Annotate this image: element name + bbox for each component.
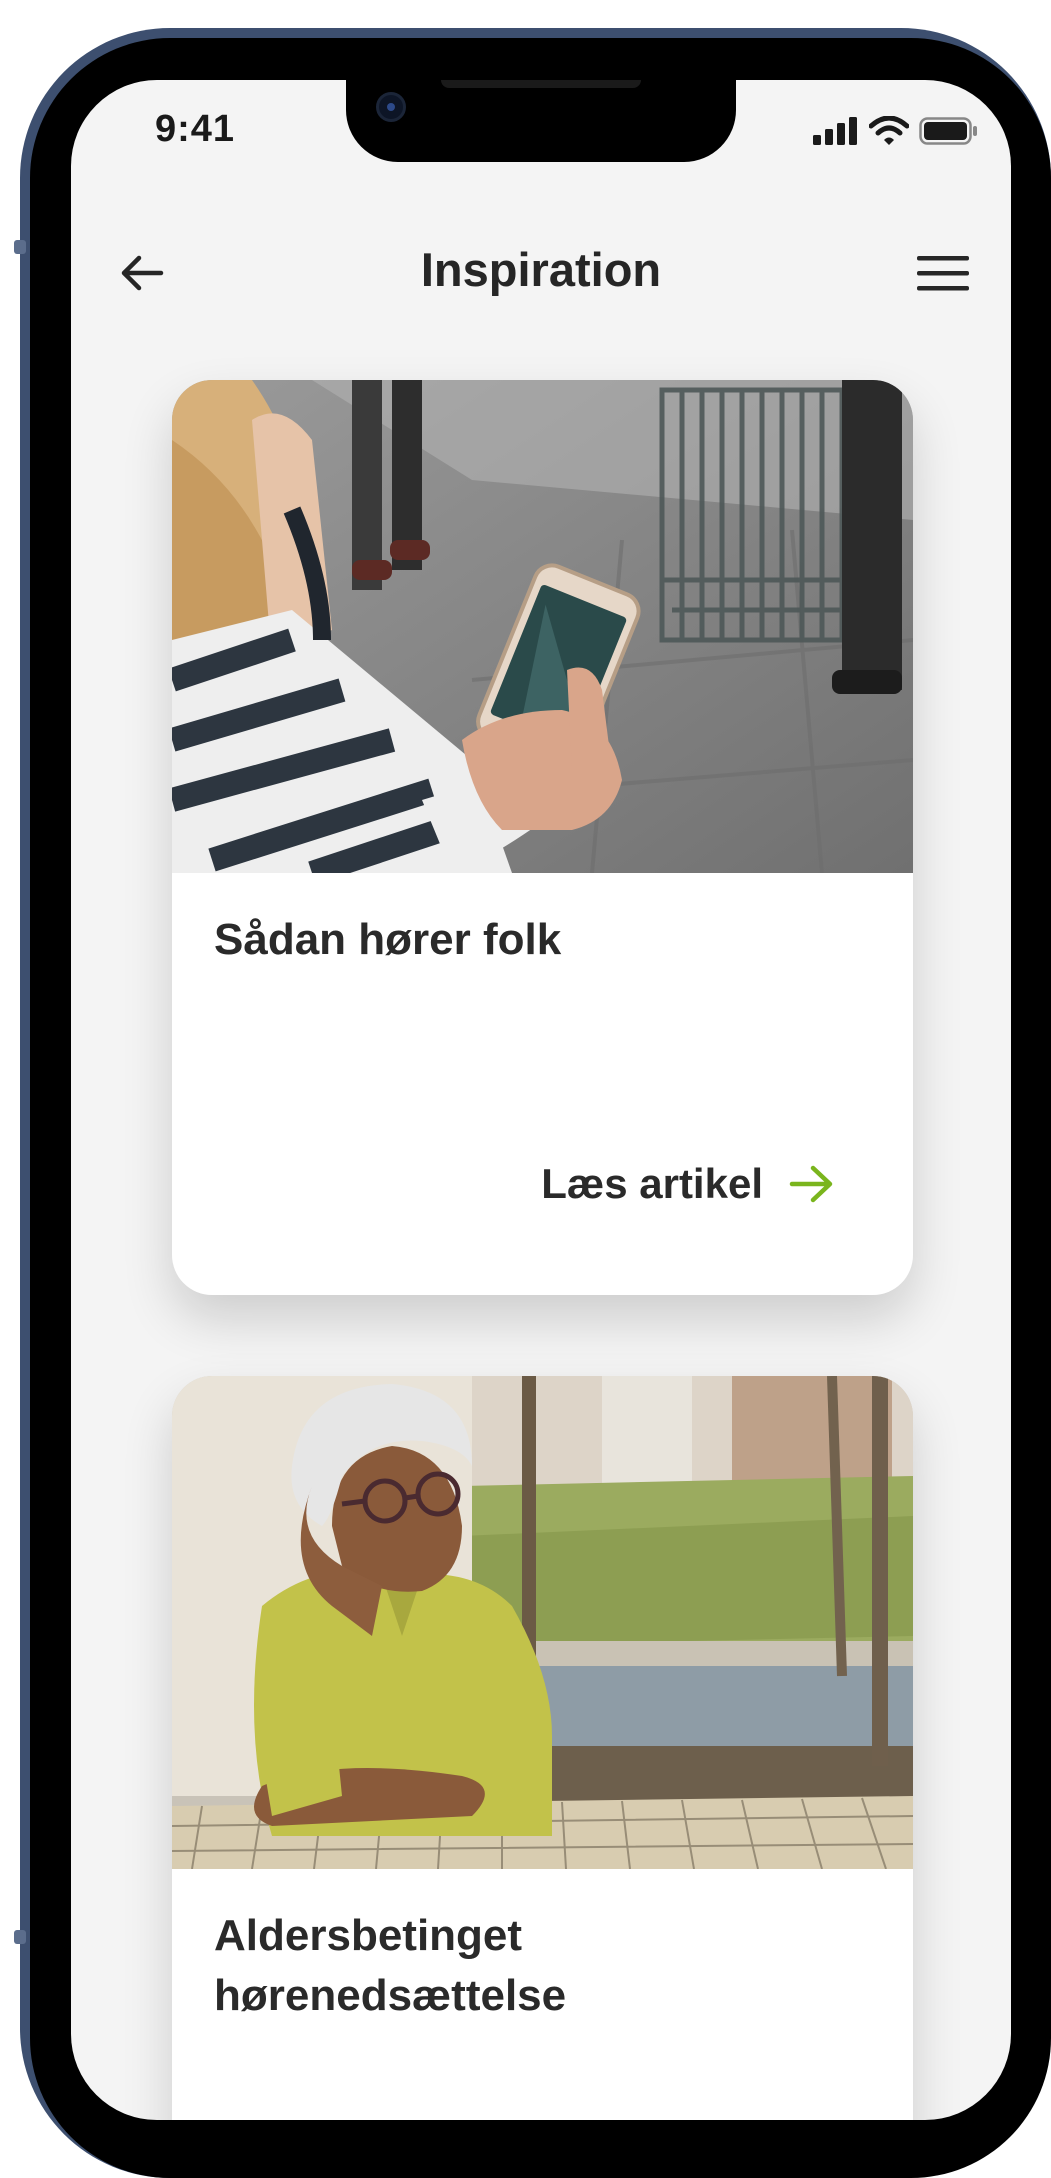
status-time: 9:41 — [155, 108, 236, 150]
article-title: Aldersbetinget hørenedsættelse — [214, 1911, 567, 2020]
cellular-signal-icon — [813, 117, 857, 145]
notch — [346, 80, 736, 162]
hamburger-menu-icon[interactable] — [915, 248, 971, 298]
article-image-elderly-woman — [172, 1376, 913, 1869]
speaker-grille — [441, 80, 641, 88]
phone-screen: 9:41 Inspiration Sådan hører folk Læs ar… — [71, 80, 1011, 2120]
front-camera-icon — [376, 92, 406, 122]
page-title: Inspiration — [420, 243, 662, 296]
phone-side-button — [14, 1930, 26, 1944]
article-image-phone-user — [172, 380, 913, 873]
article-card[interactable]: Aldersbetinget hørenedsættelse — [172, 1376, 913, 2120]
arrow-right-icon — [789, 1165, 833, 1203]
phone-side-button — [14, 240, 26, 254]
read-article-link[interactable]: Læs artikel — [541, 1160, 835, 1208]
read-article-label: Læs artikel — [541, 1160, 763, 1207]
wifi-icon — [869, 116, 909, 145]
battery-icon — [919, 117, 977, 145]
status-icons — [813, 116, 979, 146]
article-card[interactable]: Sådan hører folk Læs artikel — [172, 380, 913, 1295]
article-title: Sådan hører folk — [214, 915, 562, 964]
navigation-bar: Inspiration — [71, 230, 1011, 320]
